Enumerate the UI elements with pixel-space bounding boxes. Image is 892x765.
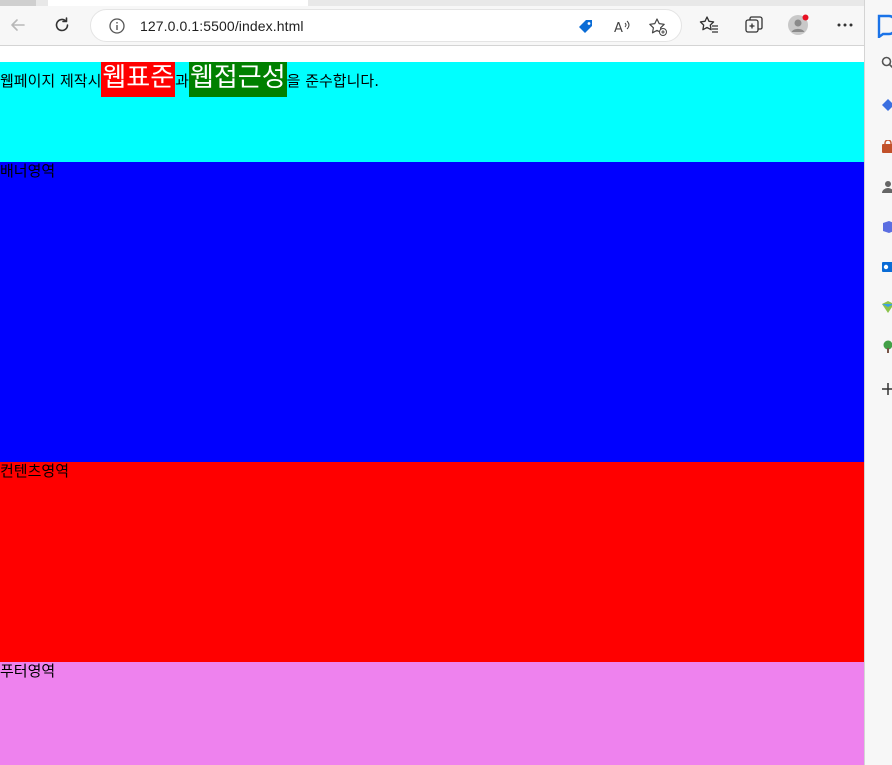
header-section: 웹페이지 제작시 웹표준 과 웹접근성 을 준수합니다.: [0, 62, 864, 162]
banner-section: 배너영역: [0, 162, 864, 462]
more-options-icon[interactable]: [834, 14, 856, 36]
tab-inactive[interactable]: [0, 0, 36, 6]
header-text-middle: 과: [175, 72, 189, 90]
back-button[interactable]: [6, 13, 30, 37]
edge-sidebar: [864, 0, 892, 765]
highlight-web-standards: 웹표준: [101, 62, 176, 97]
profile-avatar-icon[interactable]: [787, 14, 809, 36]
coupon-tag-icon[interactable]: [576, 17, 596, 37]
content-section: 컨텐츠영역: [0, 462, 864, 662]
collections-icon[interactable]: [743, 14, 765, 36]
site-info-icon[interactable]: [108, 17, 126, 35]
header-text-after: 을 준수합니다.: [286, 72, 379, 90]
tab-active[interactable]: [48, 0, 308, 6]
bing-chat-icon[interactable]: [875, 14, 892, 38]
refresh-button[interactable]: [50, 13, 74, 37]
outlook-icon[interactable]: [881, 260, 892, 274]
people-icon[interactable]: [881, 180, 892, 194]
banner-label: 배너영역: [0, 162, 56, 180]
refresh-icon: [55, 17, 69, 32]
page-viewport: 웹페이지 제작시 웹표준 과 웹접근성 을 준수합니다. 배너영역 컨텐츠영역 …: [0, 46, 864, 765]
svg-text:A: A: [614, 21, 623, 36]
header-text: 웹페이지 제작시 웹표준 과 웹접근성 을 준수합니다.: [0, 62, 379, 102]
browser-toolbar: 127.0.0.1:5500/index.html A: [0, 0, 892, 46]
shopping-icon[interactable]: [881, 140, 892, 154]
content-label: 컨텐츠영역: [0, 462, 70, 480]
add-favorite-icon[interactable]: [648, 17, 668, 37]
url-text[interactable]: 127.0.0.1:5500/index.html: [140, 18, 304, 34]
favorites-icon[interactable]: [698, 14, 720, 36]
search-icon[interactable]: [881, 56, 892, 70]
footer-label: 푸터영역: [0, 662, 56, 680]
address-bar[interactable]: 127.0.0.1:5500/index.html A: [90, 9, 682, 42]
discover-icon[interactable]: [881, 98, 892, 112]
footer-section: 푸터영역: [0, 662, 864, 765]
header-text-before: 웹페이지 제작시: [0, 72, 102, 90]
games-icon[interactable]: [881, 300, 892, 314]
tab-strip: [0, 0, 892, 6]
tree-icon[interactable]: [881, 340, 892, 354]
back-arrow-icon: [11, 19, 25, 31]
add-sidebar-app-icon[interactable]: [881, 382, 892, 396]
read-aloud-icon[interactable]: A: [612, 17, 632, 37]
highlight-web-accessibility: 웹접근성: [188, 62, 287, 97]
office-icon[interactable]: [881, 220, 892, 234]
